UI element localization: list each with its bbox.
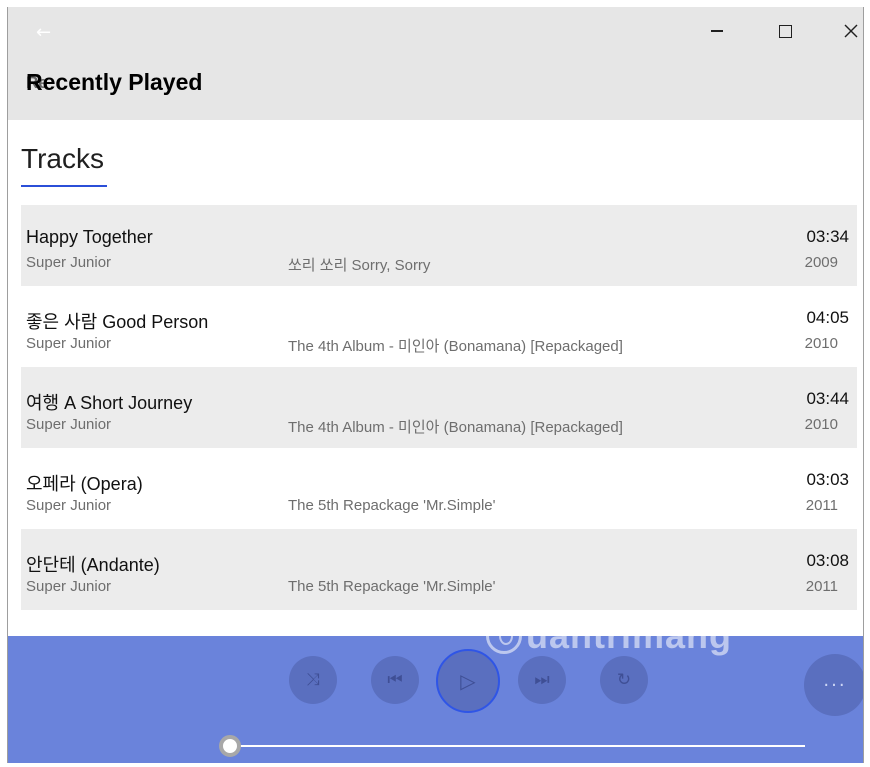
page-title: Recently Played <box>26 69 203 95</box>
skip-forward-icon: ⏭ <box>534 670 550 690</box>
track-title: 오페라 (Opera) <box>26 474 143 494</box>
table-row[interactable]: 안단테 (Andante) Super Junior The 5th Repac… <box>21 529 857 610</box>
track-album: The 5th Repackage 'Mr.Simple' <box>288 578 496 595</box>
track-artist: Super Junior <box>26 416 112 433</box>
minimize-icon <box>711 30 723 32</box>
title-bar: ← Re Recently Played <box>8 7 863 120</box>
track-album: The 4th Album - 미인아 (Bonamana) [Repackag… <box>288 419 623 436</box>
lightbulb-logo-icon <box>486 618 522 654</box>
track-title: 좋은 사람 Good Person <box>26 312 209 332</box>
seek-bar[interactable] <box>230 745 805 747</box>
track-album: The 5th Repackage 'Mr.Simple' <box>288 497 496 514</box>
maximize-button[interactable] <box>762 15 808 47</box>
maximize-icon <box>778 24 792 38</box>
play-icon: ▷ <box>460 669 476 693</box>
shuffle-icon: ⤨ <box>306 670 320 690</box>
track-duration: 03:34 <box>806 227 849 246</box>
track-duration: 04:05 <box>806 308 849 327</box>
table-row[interactable]: 오페라 (Opera) Super Junior The 5th Repacka… <box>21 448 857 529</box>
more-options-button[interactable]: ··· <box>804 654 863 716</box>
track-title: Happy Together <box>26 227 153 247</box>
track-year: 2010 <box>804 416 838 433</box>
track-title: 여행 A Short Journey <box>26 393 193 413</box>
previous-button[interactable]: ⏮ <box>371 656 419 704</box>
track-artist: Super Junior <box>26 497 112 514</box>
back-arrow-icon: ← <box>36 22 52 43</box>
app-window: ← Re Recently Played Tracks Happy Togeth… <box>7 7 864 763</box>
table-row[interactable]: Happy Together Super Junior 쏘리 쏘리 Sorry,… <box>21 205 857 286</box>
tab-underline <box>21 185 107 187</box>
track-duration: 03:08 <box>806 551 849 570</box>
watermark: uantrimang <box>486 615 732 657</box>
watermark-text: uantrimang <box>526 615 733 656</box>
track-duration: 03:44 <box>806 389 849 408</box>
track-duration: 03:03 <box>806 470 849 489</box>
track-year: 2010 <box>804 335 838 352</box>
repeat-button[interactable]: ↻ <box>600 656 648 704</box>
table-row[interactable]: 좋은 사람 Good Person Super Junior The 4th A… <box>21 286 857 367</box>
track-year: 2011 <box>805 497 838 514</box>
player-bar: ⤨ ⏮ ▷ ⏭ ↻ ··· <box>8 636 863 763</box>
more-dots-icon: ··· <box>823 674 847 696</box>
track-title: 안단테 (Andante) <box>26 555 160 575</box>
close-icon <box>844 24 858 38</box>
table-row[interactable]: 여행 A Short Journey Super Junior The 4th … <box>21 367 857 448</box>
next-button[interactable]: ⏭ <box>518 656 566 704</box>
track-year: 2011 <box>805 578 838 595</box>
tab-tracks[interactable]: Tracks <box>21 143 104 175</box>
play-button[interactable]: ▷ <box>436 649 500 713</box>
track-album: 쏘리 쏘리 Sorry, Sorry <box>288 257 431 274</box>
shuffle-button[interactable]: ⤨ <box>289 656 337 704</box>
minimize-button[interactable] <box>694 15 740 47</box>
track-year: 2009 <box>804 254 838 271</box>
track-album: The 4th Album - 미인아 (Bonamana) [Repackag… <box>288 338 623 355</box>
skip-back-icon: ⏮ <box>387 670 403 690</box>
track-list: Happy Together Super Junior 쏘리 쏘리 Sorry,… <box>21 205 857 610</box>
back-button[interactable]: ← <box>36 19 64 47</box>
close-button[interactable] <box>828 15 863 47</box>
seek-thumb[interactable] <box>219 735 241 757</box>
repeat-icon: ↻ <box>616 670 632 690</box>
track-artist: Super Junior <box>26 254 112 271</box>
track-artist: Super Junior <box>26 578 112 595</box>
track-artist: Super Junior <box>26 335 112 352</box>
